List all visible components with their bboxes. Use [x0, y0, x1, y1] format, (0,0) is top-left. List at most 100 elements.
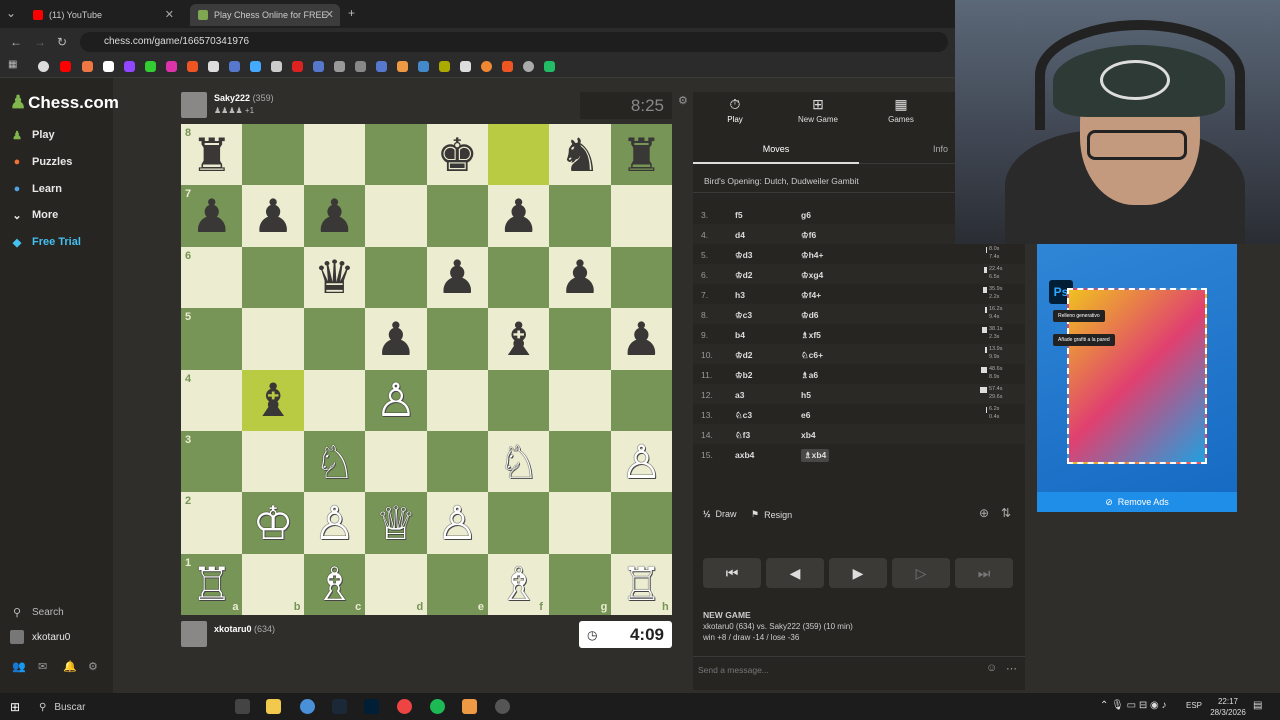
bookmark-icon[interactable] — [38, 61, 49, 72]
square-e4[interactable] — [426, 369, 488, 431]
bookmark-icon[interactable] — [250, 61, 261, 72]
bookmark-icon[interactable] — [124, 61, 135, 72]
square-f8[interactable] — [487, 124, 550, 186]
black-move[interactable]: ♗xf5 — [801, 330, 821, 341]
square-g7[interactable] — [549, 185, 611, 247]
bookmark-icon[interactable] — [418, 61, 429, 72]
player-avatar[interactable] — [181, 621, 207, 647]
tab-youtube[interactable]: (11) YouTube ✕ — [25, 4, 180, 26]
prev-move-button[interactable]: ◀ — [766, 558, 824, 588]
next-move-button[interactable]: ▷ — [892, 558, 950, 588]
forward-icon[interactable]: → — [34, 35, 46, 49]
black-move[interactable]: e6 — [801, 410, 810, 420]
white-piece[interactable]: ♙ — [304, 492, 365, 553]
bookmark-icon[interactable] — [187, 61, 198, 72]
sidebar-search[interactable]: ⚲ Search — [10, 605, 64, 619]
white-move[interactable]: axb4 — [735, 450, 754, 460]
bookmark-icon[interactable] — [523, 61, 534, 72]
square-c4[interactable] — [303, 369, 366, 431]
white-piece[interactable]: ♘ — [304, 431, 365, 492]
white-piece[interactable]: ♙ — [611, 431, 672, 492]
bookmark-icon[interactable] — [355, 61, 366, 72]
black-move[interactable]: ♗a6 — [801, 370, 818, 381]
square-d3[interactable] — [365, 430, 427, 493]
tab-games[interactable]: ▦ Games — [871, 96, 931, 124]
white-piece[interactable]: ♘ — [488, 431, 549, 492]
bookmark-icon[interactable] — [166, 61, 177, 72]
white-piece[interactable]: ♕ — [365, 492, 426, 553]
bookmark-icon[interactable] — [60, 61, 71, 72]
player-info[interactable]: xkotaru0 (634) — [214, 624, 275, 634]
bookmark-icon[interactable] — [82, 61, 93, 72]
bookmark-icon[interactable] — [208, 61, 219, 72]
sidebar-item-play[interactable]: ♟ Play — [10, 128, 55, 142]
bookmark-icon[interactable] — [334, 61, 345, 72]
white-move[interactable]: d4 — [735, 230, 745, 240]
white-move[interactable]: ♔c3 — [735, 310, 752, 321]
black-piece[interactable]: ♞ — [549, 124, 610, 185]
language-indicator[interactable]: ESP — [1186, 701, 1202, 710]
notification-icon[interactable]: ▤ — [1253, 700, 1262, 711]
close-icon[interactable]: ✕ — [325, 8, 334, 21]
bookmark-icon[interactable] — [271, 61, 282, 72]
black-piece[interactable]: ♟ — [304, 185, 365, 246]
square-h6[interactable] — [610, 246, 673, 309]
square-g2[interactable] — [549, 492, 611, 554]
bookmark-icon[interactable] — [460, 61, 471, 72]
white-move[interactable]: ♔d3 — [735, 250, 753, 261]
square-g5[interactable] — [549, 308, 611, 370]
black-move[interactable]: ♔xg4 — [801, 270, 823, 281]
reload-icon[interactable]: ↻ — [57, 35, 67, 49]
square-h2[interactable] — [610, 492, 673, 554]
sidebar-profile[interactable]: xkotaru0 — [10, 630, 70, 644]
square-d8[interactable] — [365, 124, 427, 186]
subtab-moves[interactable]: Moves — [693, 136, 859, 164]
more-icon[interactable]: ⋯ — [1006, 662, 1017, 675]
bookmark-icon[interactable] — [376, 61, 387, 72]
square-b8[interactable] — [242, 124, 304, 186]
black-piece[interactable]: ♟ — [488, 185, 549, 246]
gear-icon[interactable]: ⚙ — [88, 660, 98, 673]
taskbar-app-icon[interactable] — [462, 699, 477, 714]
bookmark-icon[interactable] — [103, 61, 114, 72]
url-input[interactable]: chess.com/game/166570341976 — [80, 32, 948, 52]
mail-icon[interactable]: ✉ — [38, 660, 47, 673]
emoji-icon[interactable]: ☺ — [986, 662, 997, 674]
chess-board[interactable]: 8 ♜ ♚ ♞ ♜ 7 ♟ ♟ ♟ ♟ 6 ♛ ♟ ♟ 5 ♟ ♝ ♟ 4 ♝ ♙ 3 ♘ ♘ ♙ 2 ♔ ♙ ♕ ♙ 1 a ♖ b c ♗ d e f ♗… — [181, 124, 673, 616]
steam-icon[interactable] — [332, 699, 347, 714]
analysis-icon[interactable]: ⊕ — [979, 506, 989, 520]
black-move[interactable]: ♔f4+ — [801, 290, 821, 301]
apps-icon[interactable]: ▦ — [8, 59, 17, 70]
resign-button[interactable]: ⚑ Resign — [751, 509, 792, 520]
bookmark-icon[interactable] — [439, 61, 450, 72]
clock[interactable]: 22:17 28/3/2026 — [1208, 696, 1248, 718]
bookmark-icon[interactable] — [229, 61, 240, 72]
square-f2[interactable] — [487, 492, 550, 554]
square-g3[interactable] — [549, 430, 611, 493]
tab-list-icon[interactable]: ⌄ — [6, 6, 16, 20]
black-piece[interactable]: ♜ — [181, 124, 242, 185]
bell-icon[interactable]: 🔔 — [63, 660, 77, 673]
square-d7[interactable] — [365, 185, 427, 247]
white-move[interactable]: ♔d2 — [735, 350, 753, 361]
taskbar-app-icon[interactable] — [300, 699, 315, 714]
square-e3[interactable] — [426, 430, 488, 493]
white-piece[interactable]: ♙ — [365, 370, 426, 431]
white-piece[interactable]: ♗ — [488, 554, 549, 615]
white-move[interactable]: a3 — [735, 390, 744, 400]
last-move-button[interactable]: ⏭ — [955, 558, 1013, 588]
draw-button[interactable]: ½ Draw — [703, 509, 737, 519]
square-c8[interactable] — [303, 124, 366, 186]
square-b5[interactable] — [242, 308, 304, 370]
black-piece[interactable]: ♟ — [181, 185, 242, 246]
chat-input[interactable]: Send a message... — [698, 665, 769, 675]
black-piece[interactable]: ♟ — [242, 185, 303, 246]
bookmark-icon[interactable] — [313, 61, 324, 72]
sidebar-item-learn[interactable]: ● Learn — [10, 182, 62, 196]
bookmark-icon[interactable] — [544, 61, 555, 72]
white-move[interactable]: ♘c3 — [735, 410, 752, 421]
white-move[interactable]: b4 — [735, 330, 745, 340]
friends-icon[interactable]: 👥 — [12, 660, 26, 673]
bookmark-icon[interactable] — [481, 61, 492, 72]
bookmark-icon[interactable] — [397, 61, 408, 72]
